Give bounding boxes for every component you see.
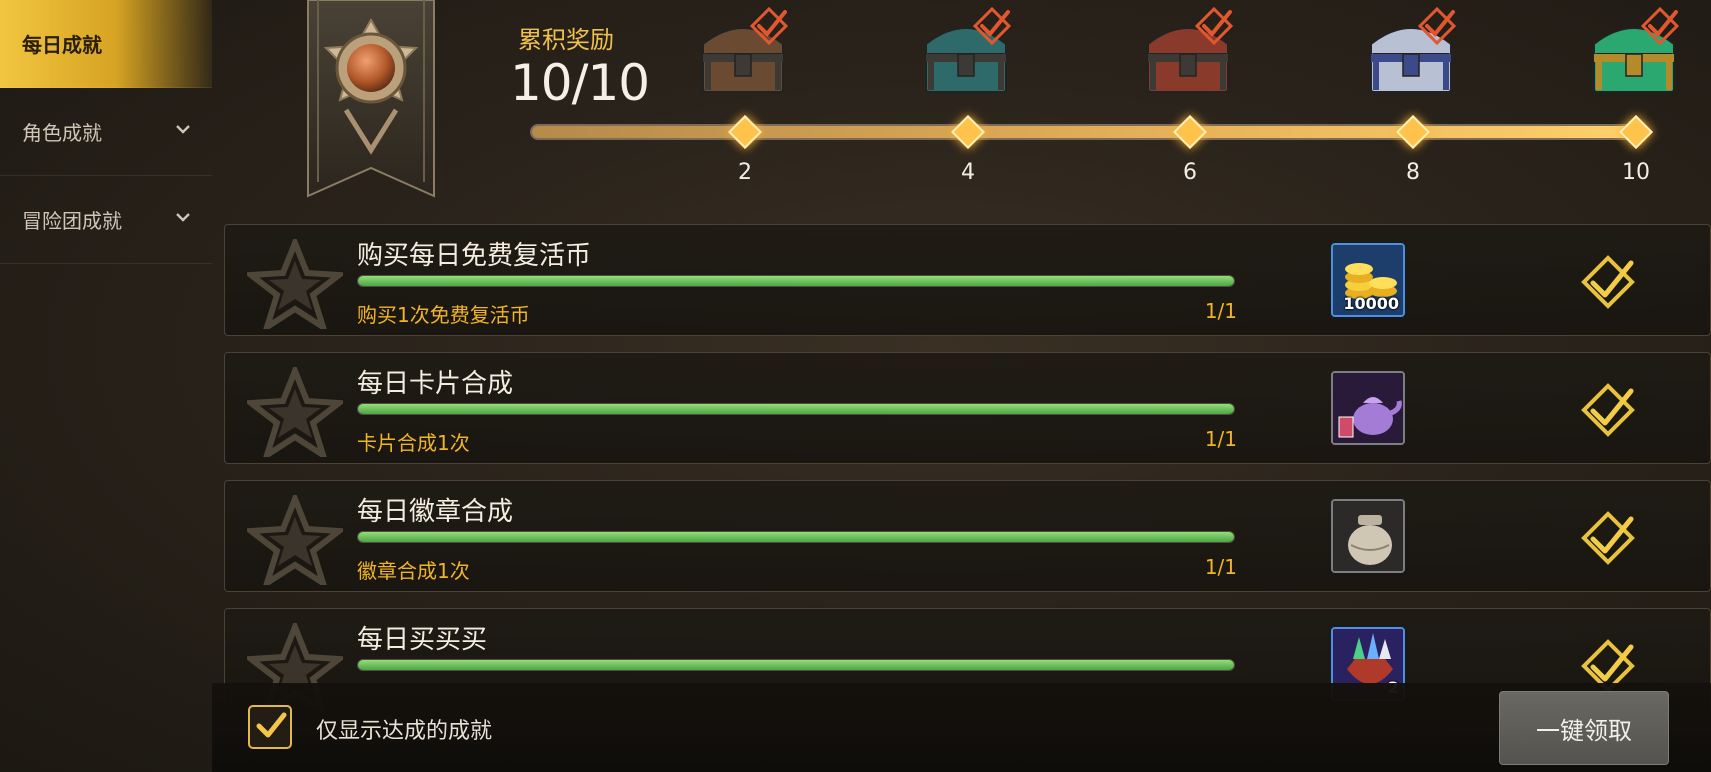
claimed-check-icon: [1638, 4, 1682, 48]
cumulative-progress-bar: [530, 124, 1638, 140]
completed-check-icon[interactable]: [1577, 507, 1639, 569]
sidebar-item-label: 冒险团成就: [22, 209, 122, 233]
achievement-count: 1/1: [1204, 555, 1237, 579]
achievement-desc: 卡片合成1次: [357, 431, 470, 455]
milestone-node: [728, 115, 762, 149]
achievement-progress-bar: [357, 531, 1235, 543]
star-emblem-icon: [242, 490, 348, 590]
claimed-check-icon: [970, 4, 1014, 48]
achievement-row: 每日徽章合成 徽章合成1次 1/1: [224, 480, 1711, 592]
sidebar: 每日成就 角色成就 冒险团成就: [0, 0, 212, 772]
achievement-progress-bar: [357, 659, 1235, 671]
achievement-desc: 购买1次免费复活币: [357, 303, 530, 327]
achievement-title: 每日买买买: [357, 625, 488, 655]
sidebar-item-adventure-team[interactable]: 冒险团成就: [0, 176, 212, 264]
achievement-progress-fill: [358, 532, 1234, 542]
milestone-node: [1173, 115, 1207, 149]
completed-check-icon[interactable]: [1577, 251, 1639, 313]
claimed-check-icon: [747, 4, 791, 48]
clay-jar-icon[interactable]: [1331, 499, 1405, 573]
chevron-down-icon: [176, 210, 190, 224]
cumulative-reward-value: 10/10: [510, 54, 650, 112]
gold-coins-icon[interactable]: 10000: [1331, 243, 1405, 317]
achievement-title: 购买每日免费复活币: [357, 241, 592, 271]
achievement-progress-bar: [357, 403, 1235, 415]
sidebar-item-daily[interactable]: 每日成就: [0, 0, 212, 88]
achievement-title: 每日徽章合成: [357, 497, 514, 527]
star-emblem-icon: [242, 362, 348, 462]
sidebar-item-label: 每日成就: [22, 33, 102, 57]
show-completed-label: 仅显示达成的成就: [316, 719, 493, 744]
achievement-desc: 徽章合成1次: [357, 559, 470, 583]
achievement-row: 购买每日免费复活币 购买1次免费复活币 1/1 10000: [224, 224, 1711, 336]
achievement-count: 1/1: [1204, 427, 1237, 451]
sidebar-item-character[interactable]: 角色成就: [0, 88, 212, 176]
show-completed-checkbox[interactable]: [248, 705, 292, 749]
achievement-count: 1/1: [1204, 299, 1237, 323]
chevron-down-icon: [176, 122, 190, 136]
achievement-progress-bar: [357, 275, 1235, 287]
achievement-progress-fill: [358, 276, 1234, 286]
achievement-row: 每日卡片合成 卡片合成1次 1/1: [224, 352, 1711, 464]
milestone-label: 10: [1622, 160, 1650, 185]
reward-quantity: 10000: [1343, 294, 1399, 313]
achievement-badge-icon: [302, 0, 440, 204]
milestone-node: [951, 115, 985, 149]
footer-bar: 仅显示达成的成就 一键领取: [212, 683, 1711, 772]
completed-check-icon[interactable]: [1577, 379, 1639, 441]
cumulative-reward-label: 累积奖励: [518, 26, 614, 54]
claimed-check-icon: [1192, 4, 1236, 48]
purple-teapot-icon[interactable]: [1331, 371, 1405, 445]
claimed-check-icon: [1415, 4, 1459, 48]
cumulative-progress-fill: [532, 126, 1636, 138]
milestone-node: [1619, 115, 1653, 149]
milestone-node: [1396, 115, 1430, 149]
achievement-progress-fill: [358, 660, 1234, 670]
milestone-label: 8: [1406, 160, 1420, 185]
achievement-title: 每日卡片合成: [357, 369, 514, 399]
achievement-progress-fill: [358, 404, 1234, 414]
milestone-label: 4: [961, 160, 975, 185]
star-emblem-icon: [242, 234, 348, 334]
milestone-label: 2: [738, 160, 752, 185]
sidebar-item-label: 角色成就: [22, 121, 102, 145]
milestone-label: 6: [1183, 160, 1197, 185]
claim-all-button[interactable]: 一键领取: [1499, 691, 1669, 765]
